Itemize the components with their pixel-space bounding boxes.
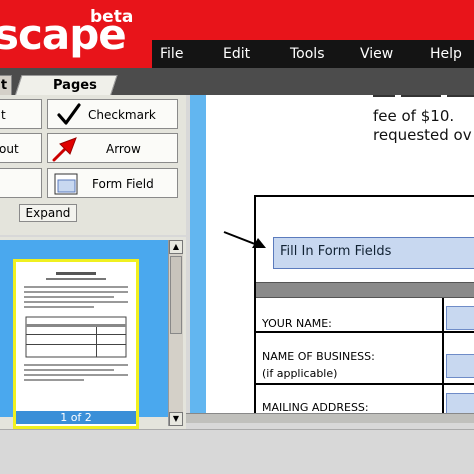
checkmark-icon: [56, 103, 82, 130]
document-text-line: requested ov: [373, 126, 472, 144]
pointer-arrow-icon: [223, 231, 266, 248]
mailing-address-label: MAILING ADDRESS:: [262, 401, 369, 413]
arrow-tool-button[interactable]: Arrow: [47, 133, 178, 163]
tool-text-label: t: [1, 108, 6, 122]
thumbnail-panel: 1 of 2 ▲ ▼: [0, 237, 186, 429]
checkmark-tool-button[interactable]: Checkmark: [47, 99, 178, 129]
red-arrow-icon: [52, 136, 80, 165]
scroll-up-icon[interactable]: ▲: [169, 240, 183, 254]
tool-callout-label: out: [0, 142, 19, 156]
tool-text-button[interactable]: t: [0, 99, 42, 129]
document-page: fee of $10. requested ov Fill In Form Fi…: [206, 95, 474, 413]
business-name-input[interactable]: [446, 354, 474, 378]
menu-help[interactable]: Help: [430, 46, 462, 62]
expand-button[interactable]: Expand: [19, 204, 77, 222]
menu-view[interactable]: View: [360, 46, 393, 62]
document-text-cut: [373, 95, 474, 105]
checkmark-label: Checkmark: [88, 108, 156, 122]
tab-pages-label: Pages: [53, 78, 97, 93]
app-header: scape beta File Edit Tools View Help: [0, 0, 474, 68]
menu-file[interactable]: File: [160, 46, 183, 62]
tool-extra-button[interactable]: [0, 168, 42, 198]
mailing-address-input[interactable]: [446, 393, 474, 413]
fill-form-field[interactable]: Fill In Form Fields: [273, 237, 474, 269]
document-margin: [190, 95, 206, 420]
form-field-icon: [54, 173, 78, 198]
scroll-down-icon[interactable]: ▼: [169, 412, 183, 426]
footer-bar: [0, 429, 474, 474]
page-thumbnail[interactable]: 1 of 2: [13, 259, 139, 429]
document-text-line: fee of $10.: [373, 107, 455, 125]
form-header-band: [256, 282, 474, 298]
thumbnail-preview: [24, 272, 128, 381]
arrow-label: Arrow: [106, 142, 141, 156]
form-field-label: Form Field: [92, 177, 154, 191]
menu-edit[interactable]: Edit: [223, 46, 250, 62]
thumbnail-scrollbar[interactable]: ▲ ▼: [168, 240, 183, 426]
scroll-thumb[interactable]: [170, 256, 182, 334]
business-name-sublabel: (if applicable): [262, 367, 338, 380]
your-name-label: YOUR NAME:: [262, 317, 332, 330]
beta-badge: beta: [90, 7, 134, 27]
form-field-tool-button[interactable]: Form Field: [47, 168, 178, 198]
tool-callout-button[interactable]: out: [0, 133, 42, 163]
page-indicator: 1 of 2: [16, 411, 136, 424]
your-name-input[interactable]: [446, 306, 474, 330]
document-horizontal-scrollbar[interactable]: [186, 413, 474, 423]
menu-bar: File Edit Tools View Help: [152, 40, 474, 68]
form-column-divider: [442, 298, 444, 413]
business-name-label: NAME OF BUSINESS:: [262, 350, 375, 363]
tab-tools[interactable]: t: [0, 75, 12, 96]
thumbnail-background: 1 of 2: [0, 240, 168, 429]
tab-pages[interactable]: Pages: [14, 75, 118, 97]
menu-tools[interactable]: Tools: [290, 46, 325, 62]
